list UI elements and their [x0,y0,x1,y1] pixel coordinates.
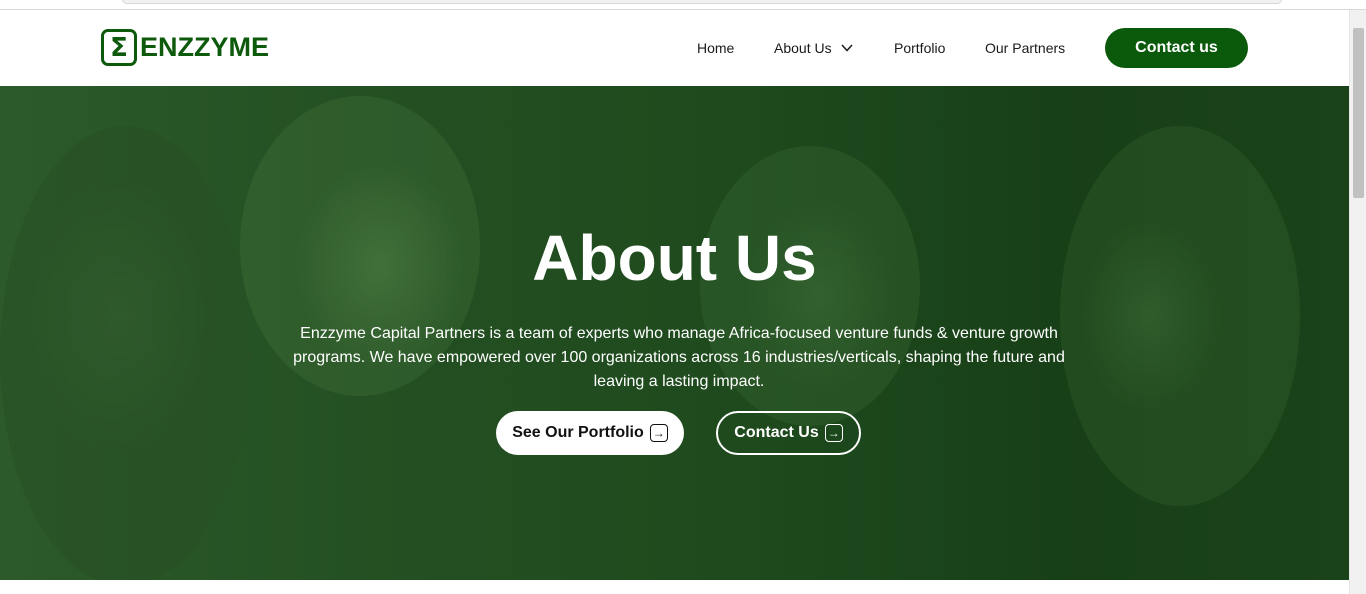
header-contact-button[interactable]: Contact us [1105,28,1248,68]
arrow-right-icon: → [649,424,668,442]
hero-title: About Us [532,222,817,294]
browser-top-strip [0,0,1366,10]
nav-about-link[interactable]: About Us [774,40,853,56]
contact-us-button[interactable]: Contact Us → [716,411,861,455]
page-scrollbar[interactable] [1349,10,1366,594]
chevron-down-icon [841,44,853,52]
site-header: Σ ENZZYME Home About Us Portfolio Our Pa… [0,10,1349,86]
contact-us-label: Contact Us [734,424,819,441]
arrow-right-icon: → [824,424,843,442]
see-portfolio-button[interactable]: See Our Portfolio → [496,411,684,455]
hero-photo-shape [1060,126,1300,506]
main-nav: Home About Us Portfolio Our Partners Con… [0,10,1349,86]
scrollbar-thumb[interactable] [1353,28,1364,198]
address-bar-edge [122,0,1282,4]
hero-description: Enzzyme Capital Partners is a team of ex… [293,325,1065,390]
hero-photo-shape [0,126,250,580]
nav-portfolio-link[interactable]: Portfolio [894,40,945,56]
nav-partners-link[interactable]: Our Partners [985,40,1065,56]
nav-about-label: About Us [774,40,832,56]
nav-home-link[interactable]: Home [697,40,734,56]
hero-banner: About Us Enzzyme Capital Partners is a t… [0,86,1349,580]
see-portfolio-label: See Our Portfolio [512,424,644,441]
